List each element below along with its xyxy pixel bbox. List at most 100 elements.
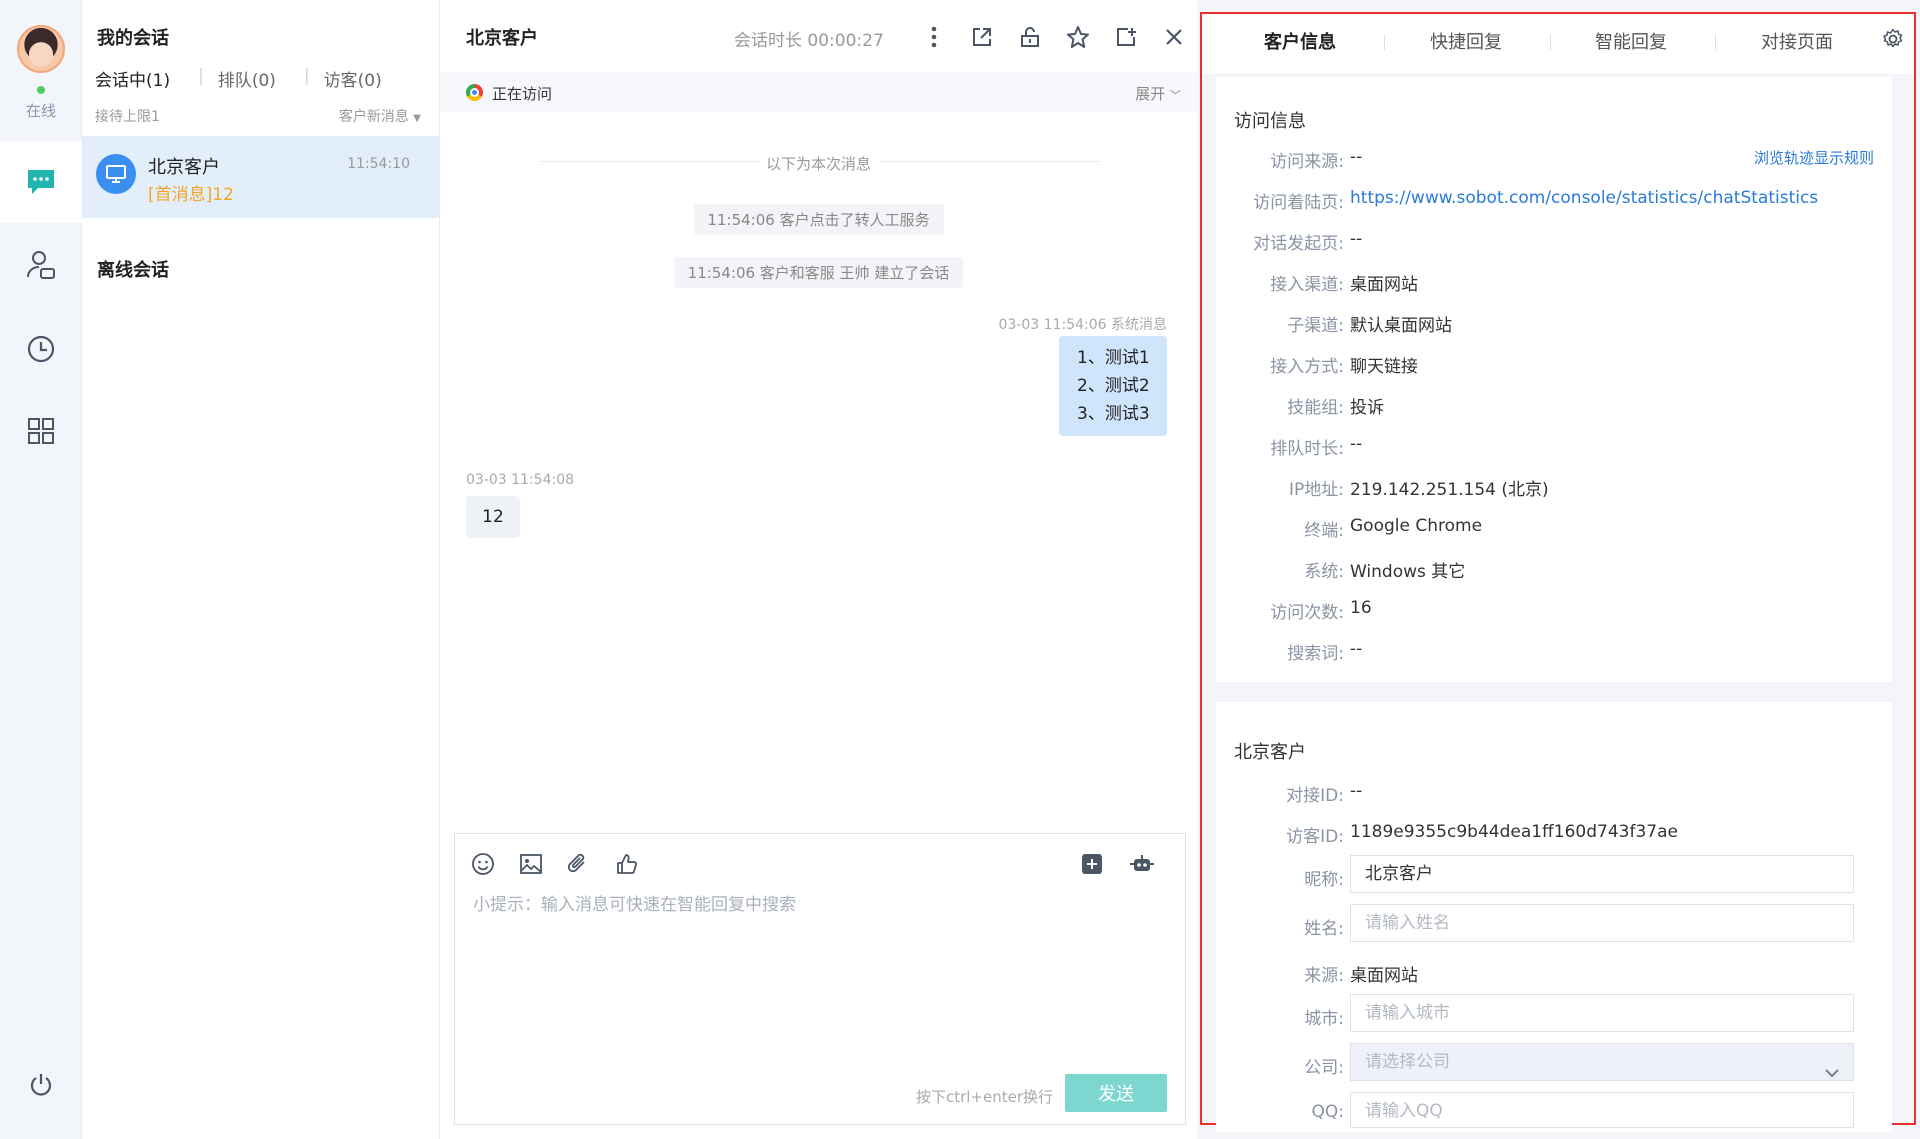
quick-reply-icon[interactable] [1081, 848, 1129, 880]
qq-field[interactable]: 请输入QQ [1350, 1092, 1854, 1128]
session-tabs: 会话中(1) | 排队(0) | 访客(0) [95, 66, 410, 91]
visit-info-value: 16 [1350, 598, 1372, 618]
info-tabs: 客户信息 快捷回复 智能回复 对接页面 [1202, 14, 1914, 74]
conversation-last-message: [首消息]12 [148, 185, 234, 205]
more-icon[interactable] [910, 20, 958, 54]
company-label: 公司: [1304, 1058, 1344, 1078]
nickname-label: 昵称: [1304, 870, 1344, 890]
composer-toolbar [471, 848, 663, 880]
history-icon[interactable] [0, 308, 82, 390]
agent-message-meta: 03-03 11:54:06 系统消息 [998, 317, 1167, 333]
add-window-icon[interactable] [1102, 20, 1150, 54]
visit-info-value: -- [1350, 639, 1363, 659]
dock-id-value: -- [1350, 781, 1363, 801]
name-label: 姓名: [1304, 919, 1344, 939]
avatar[interactable] [17, 25, 65, 73]
landing-page-link[interactable]: https://www.sobot.com/console/statistics… [1350, 188, 1818, 208]
tab-visitors[interactable]: 访客(0) [324, 66, 396, 91]
visit-status-bar: 正在访问 展开 ﹀ [440, 72, 1197, 112]
tab-integration-page[interactable]: 对接页面 [1761, 28, 1833, 54]
visit-info-value: -- [1350, 434, 1363, 454]
customer-icon[interactable] [0, 224, 82, 306]
conversation-time: 11:54:10 [347, 156, 410, 172]
expand-button[interactable]: 展开 ﹀ [1135, 83, 1181, 104]
visit-info-label: 终端: [1304, 521, 1344, 541]
offline-sessions-title[interactable]: 离线会话 [97, 256, 169, 282]
system-message: 11:54:06 客户点击了转人工服务 [693, 204, 944, 235]
source-label: 来源: [1304, 966, 1344, 986]
customer-info-panel: 客户信息 快捷回复 智能回复 对接页面 访问信息 浏览轨迹显示规则 访问来源: -… [1197, 0, 1920, 1139]
visit-info-value: Google Chrome [1350, 516, 1483, 536]
visitor-id-value: 1189e9355c9b44dea1ff160d743f37ae [1350, 822, 1678, 842]
sort-label: 客户新消息 [338, 109, 409, 125]
chevron-down-icon [1825, 1055, 1839, 1091]
tab-in-session[interactable]: 会话中(1) [95, 66, 184, 91]
browse-rule-link[interactable]: 浏览轨迹显示规则 [1754, 147, 1874, 168]
agent-message-line: 2、测试2 [1077, 376, 1150, 396]
transfer-icon[interactable] [958, 20, 1006, 54]
unlock-icon[interactable] [1006, 20, 1054, 54]
visit-info-label: 访问来源: [1270, 152, 1344, 172]
visitor-id-label: 访客ID: [1286, 827, 1344, 847]
visit-info-label: 排队时长: [1270, 439, 1344, 459]
customer-card: 北京客户 对接ID: -- 访客ID: 1189e9355c9b44dea1ff… [1216, 702, 1892, 1132]
customer-card-title: 北京客户 [1234, 742, 1306, 763]
image-icon[interactable] [519, 848, 567, 880]
newline-hint: 按下ctrl+enter换行 [915, 1088, 1053, 1106]
message-input[interactable]: 小提示：输入消息可快速在智能回复中搜索 [473, 890, 796, 915]
tab-divider [1715, 34, 1716, 50]
chat-panel: 北京客户 会话时长 00:00:27 正在访问 展开 ﹀ 以下为本次消息 11: [440, 0, 1197, 1139]
desktop-icon [96, 154, 136, 194]
message-composer[interactable]: 小提示：输入消息可快速在智能回复中搜索 按下ctrl+enter换行 发送 [454, 833, 1186, 1125]
conversation-list: 我的会话 会话中(1) | 排队(0) | 访客(0) 接待上限1 客户新消息 … [82, 0, 440, 1139]
visit-info-value: -- [1350, 229, 1363, 249]
tab-customer-info[interactable]: 客户信息 [1264, 28, 1336, 54]
robot-icon[interactable] [1129, 848, 1177, 880]
city-field[interactable]: 请输入城市 [1350, 994, 1854, 1032]
apps-icon[interactable] [0, 390, 82, 472]
name-field[interactable]: 请输入姓名 [1350, 904, 1854, 942]
city-label: 城市: [1304, 1009, 1344, 1029]
customer-message-bubble: 12 [466, 496, 520, 538]
gear-icon[interactable] [1882, 28, 1904, 54]
conversation-item[interactable]: 北京客户 11:54:10 [首消息]12 [82, 136, 440, 218]
dock-id-label: 对接ID: [1286, 786, 1344, 806]
visit-info-label: 搜索词: [1287, 644, 1344, 664]
chat-icon[interactable] [0, 141, 82, 223]
visit-info-label: 接入方式: [1270, 357, 1344, 377]
sort-dropdown[interactable]: 客户新消息 ▼ [339, 106, 421, 126]
visit-info-label: 访问着陆页: [1253, 193, 1344, 213]
qq-label: QQ: [1311, 1102, 1345, 1122]
visit-info-value: 219.142.251.154 (北京) [1350, 480, 1549, 500]
tab-smart-reply[interactable]: 智能回复 [1595, 28, 1667, 54]
chrome-icon [466, 84, 483, 101]
nickname-field[interactable]: 北京客户 [1350, 855, 1854, 893]
reception-limit: 接待上限1 [95, 109, 160, 125]
company-select[interactable]: 请选择公司 [1350, 1043, 1854, 1081]
tab-divider: | [198, 66, 204, 86]
system-message: 11:54:06 客户和客服 王帅 建立了会话 [673, 257, 964, 288]
tab-quick-reply[interactable]: 快捷回复 [1430, 28, 1502, 54]
tab-divider [1550, 34, 1551, 50]
star-icon[interactable] [1054, 20, 1102, 54]
emoji-icon[interactable] [471, 848, 519, 880]
source-value: 桌面网站 [1350, 966, 1418, 986]
visit-info-label: 系统: [1304, 562, 1344, 582]
visit-info-label: 对话发起页: [1253, 234, 1344, 254]
send-button[interactable]: 发送 [1065, 1074, 1167, 1112]
close-icon[interactable] [1150, 20, 1198, 54]
my-sessions-title: 我的会话 [97, 28, 169, 49]
visit-info-value: 投诉 [1350, 398, 1384, 418]
visit-info-value: Windows 其它 [1350, 562, 1466, 582]
attachment-icon[interactable] [567, 848, 615, 880]
session-duration: 会话时长 00:00:27 [734, 31, 884, 51]
thumbs-up-icon[interactable] [615, 848, 663, 880]
tab-divider: | [303, 66, 310, 86]
customer-message-meta: 03-03 11:54:08 [466, 472, 575, 488]
online-status-label[interactable]: 在线 [0, 100, 82, 121]
expand-label: 展开 [1135, 85, 1166, 103]
tab-queue[interactable]: 排队(0) [218, 66, 290, 91]
visit-info-value: 桌面网站 [1350, 275, 1418, 295]
caret-down-icon: ▼ [413, 113, 421, 124]
power-icon[interactable] [0, 1044, 82, 1126]
